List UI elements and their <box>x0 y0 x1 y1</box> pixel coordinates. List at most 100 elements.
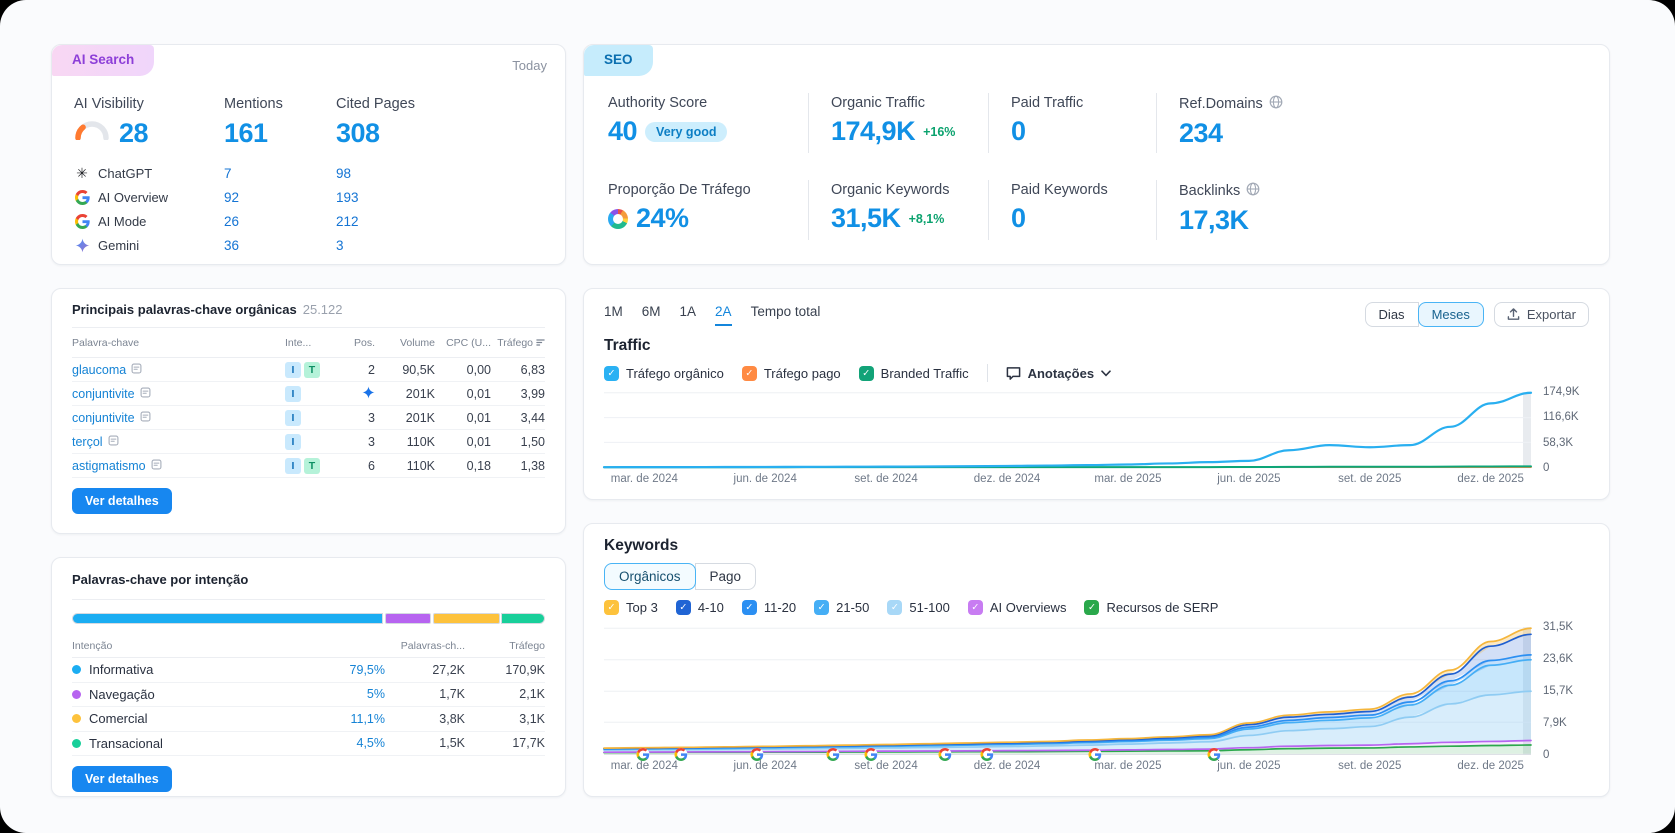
legend-item-top-3[interactable]: ✓ Top 3 <box>604 600 658 615</box>
serp-note-icon[interactable] <box>108 435 119 449</box>
engine-label: ChatGPT <box>98 165 153 181</box>
keyword-cell: terçol <box>72 435 285 449</box>
keyword-link[interactable]: glaucoma <box>72 363 142 377</box>
serp-note-icon[interactable] <box>140 411 151 425</box>
intent-badges: I <box>285 385 337 402</box>
google-update-icon[interactable] <box>1088 748 1102 761</box>
engine-cited-value[interactable]: 193 <box>336 190 543 205</box>
range-tab-tempo-total[interactable]: Tempo total <box>751 304 821 326</box>
engine-mentions-value[interactable]: 36 <box>224 238 336 253</box>
range-tab-2a[interactable]: 2A <box>715 304 732 326</box>
cited-pages-label: Cited Pages <box>336 96 415 112</box>
engine-mentions-value[interactable]: 92 <box>224 190 336 205</box>
keywords-title: Keywords <box>604 537 679 554</box>
google-update-icon[interactable] <box>674 748 688 761</box>
cpc-cell: 0,01 <box>466 434 491 449</box>
checkbox-icon: ✓ <box>967 600 983 615</box>
col-pos[interactable]: Pos. <box>337 337 375 349</box>
view-toggle-meses[interactable]: Meses <box>1417 302 1484 327</box>
cpc-cell: 0,01 <box>466 410 491 425</box>
x-tick-label: set. de 2025 <box>1338 473 1402 485</box>
legend-item-51-100[interactable]: ✓ 51-100 <box>887 600 950 615</box>
serp-note-icon[interactable] <box>151 459 162 473</box>
google-update-icon[interactable] <box>750 748 764 761</box>
range-tab-1m[interactable]: 1M <box>604 304 623 326</box>
gauge-icon <box>74 121 110 145</box>
legend-item-recursos-de-serp[interactable]: ✓ Recursos de SERP <box>1084 600 1218 615</box>
intent-percent-link[interactable]: 79,5% <box>290 663 385 677</box>
y-tick-label: 23,6K <box>1543 653 1574 666</box>
google-update-icon[interactable] <box>826 748 840 761</box>
intent-keywords-value: 1,5K <box>439 736 465 751</box>
intent-percent-link[interactable]: 4,5% <box>290 736 386 750</box>
keywords-details-button[interactable]: Ver detalhes <box>72 488 172 514</box>
col-palavra-chave[interactable]: Palavra-chave <box>72 337 285 349</box>
keyword-link[interactable]: conjuntivite <box>72 387 151 401</box>
col-volume[interactable]: Volume <box>375 337 435 349</box>
y-tick-label: 116,6K <box>1543 411 1579 424</box>
serp-note-icon[interactable] <box>140 387 151 401</box>
engine-mentions-value[interactable]: 26 <box>224 214 336 229</box>
export-button[interactable]: Exportar <box>1493 302 1589 327</box>
keyword-link[interactable]: conjuntivite <box>72 411 151 425</box>
x-tick-label: mar. de 2024 <box>610 473 678 485</box>
seo-metric-organic-traffic: Organic Traffic 174,9K +16% <box>808 93 988 153</box>
keywords-tab-pago[interactable]: Pago <box>694 563 757 590</box>
serp-note-icon[interactable] <box>131 363 142 377</box>
seo-metric-value-row: 31,5K +8,1% <box>831 205 988 232</box>
traffic-chart[interactable]: 174,9K 116,6K 58,3K 0 <box>604 386 1589 474</box>
checkbox-icon: ✓ <box>675 600 691 615</box>
intent-percent-link[interactable]: 5% <box>290 687 385 701</box>
google-update-icon[interactable] <box>1207 748 1221 761</box>
col-cpc[interactable]: CPC (U... <box>435 337 491 349</box>
intent-badge-I: I <box>285 361 301 378</box>
seo-metric-value: 234 <box>1179 118 1223 148</box>
top-keywords-count: 25.122 <box>302 302 343 317</box>
ai-search-stats: AI Visibility 28 Mentions 161 Cited Page… <box>74 96 543 148</box>
view-toggle-dias[interactable]: Dias <box>1364 302 1419 327</box>
google-update-icon[interactable] <box>938 748 952 761</box>
seo-metric-organic-keywords: Organic Keywords 31,5K +8,1% <box>808 180 988 240</box>
legend-item-tr-fego-pago[interactable]: ✓ Tráfego pago <box>741 365 841 381</box>
table-row: conjuntivite I 201K 0,01 3,99 <box>72 382 545 406</box>
engine-cited-value[interactable]: 98 <box>336 166 543 181</box>
legend-item-tr-fego-org-nico[interactable]: ✓ Tráfego orgânico <box>604 365 724 381</box>
col-intencao[interactable]: Inte... <box>285 337 337 349</box>
intent-title: Palavras-chave por intenção <box>72 572 249 587</box>
keyword-cell: conjuntivite <box>72 387 285 401</box>
engine-mentions-value[interactable]: 7 <box>224 166 336 181</box>
engine-cited-value[interactable]: 212 <box>336 214 543 229</box>
engine-cited-value[interactable]: 3 <box>336 238 543 253</box>
google-update-icon[interactable] <box>864 748 878 761</box>
ai-search-tab[interactable]: AI Search <box>52 45 155 76</box>
intent-bar-segment-navegação <box>384 613 431 624</box>
google-update-icon[interactable] <box>636 748 650 761</box>
seo-metric-value: 174,9K <box>831 116 916 146</box>
chevron-down-icon <box>1101 369 1111 377</box>
keyword-link[interactable]: astigmatismo <box>72 459 162 473</box>
legend-item-ai-overviews[interactable]: ✓ AI Overviews <box>967 600 1066 615</box>
intent-details-button[interactable]: Ver detalhes <box>72 766 172 792</box>
legend-divider <box>986 364 988 382</box>
legend-item-branded-traffic[interactable]: ✓ Branded Traffic <box>858 365 969 381</box>
intent-badges: I <box>285 409 337 426</box>
seo-metric-label: Organic Traffic <box>831 95 926 111</box>
col-trafego[interactable]: Tráfego <box>491 337 545 349</box>
legend-item-4-10[interactable]: ✓ 4-10 <box>675 600 724 615</box>
keywords-tab-orgânicos[interactable]: Orgânicos <box>604 563 696 590</box>
range-tab-1a[interactable]: 1A <box>680 304 697 326</box>
legend-item-11-20[interactable]: ✓ 11-20 <box>741 600 796 615</box>
globe-icon <box>1269 95 1283 109</box>
range-tab-6m[interactable]: 6M <box>642 304 661 326</box>
seo-tab[interactable]: SEO <box>584 45 653 76</box>
position-cell: 6 <box>368 458 375 473</box>
position-cell: 2 <box>368 362 375 377</box>
intent-percent-link[interactable]: 11,1% <box>290 712 385 726</box>
seo-metric-value-row: 17,3K <box>1179 207 1585 234</box>
google-update-icon[interactable] <box>980 748 994 761</box>
keyword-link[interactable]: terçol <box>72 435 119 449</box>
keywords-chart[interactable]: 31,5K 23,6K 15,7K 7,9K 0 <box>604 621 1589 768</box>
seo-metric-authority-score: Authority Score 40 Very good <box>608 93 808 153</box>
legend-item-21-50[interactable]: ✓ 21-50 <box>814 600 869 615</box>
annotations-control[interactable]: Anotações <box>1006 366 1111 381</box>
